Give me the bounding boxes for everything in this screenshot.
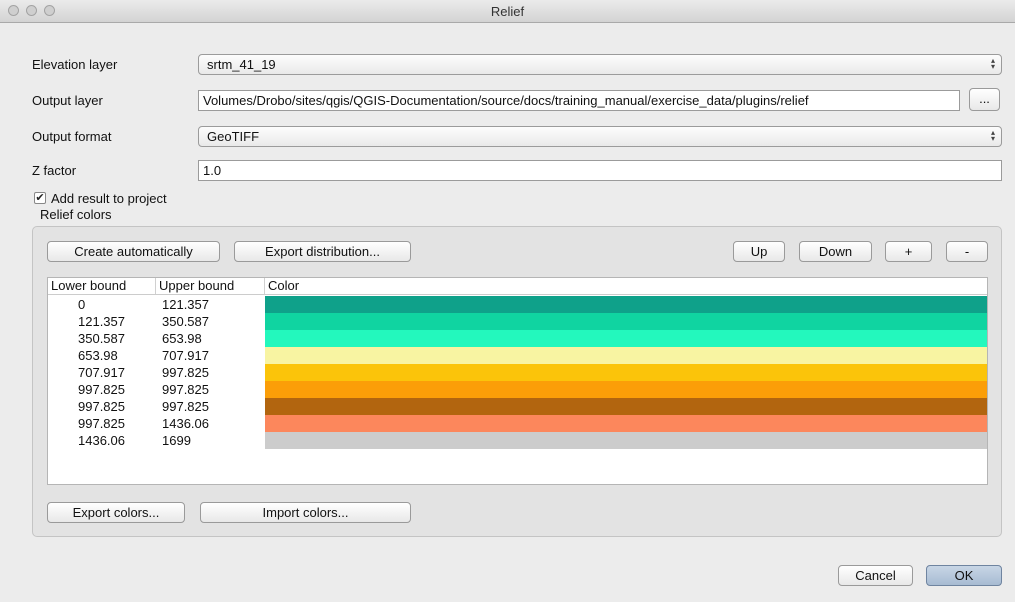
output-format-value: GeoTIFF xyxy=(207,129,260,144)
table-row[interactable]: 997.825 997.825 xyxy=(48,398,987,415)
color-swatch[interactable] xyxy=(265,398,987,415)
color-swatch[interactable] xyxy=(265,313,987,330)
color-swatch[interactable] xyxy=(265,432,987,449)
lower-bound-cell[interactable]: 0 xyxy=(78,296,85,313)
table-row[interactable]: 707.917 997.825 xyxy=(48,364,987,381)
table-row[interactable]: 350.587 653.98 xyxy=(48,330,987,347)
lower-bound-cell[interactable]: 997.825 xyxy=(78,398,125,415)
relief-colors-label: Relief colors xyxy=(40,207,112,222)
upper-bound-cell[interactable]: 121.357 xyxy=(162,296,209,313)
table-row[interactable]: 653.98 707.917 xyxy=(48,347,987,364)
window-title: Relief xyxy=(490,4,525,19)
color-swatch[interactable] xyxy=(265,330,987,347)
upper-bound-cell[interactable]: 997.825 xyxy=(162,381,209,398)
elevation-layer-label: Elevation layer xyxy=(32,57,118,72)
z-factor-label: Z factor xyxy=(32,163,77,178)
color-swatch[interactable] xyxy=(265,296,987,313)
lower-bound-cell[interactable]: 997.825 xyxy=(78,415,125,432)
output-layer-input[interactable]: Volumes/Drobo/sites/qgis/QGIS-Documentat… xyxy=(198,90,960,111)
table-row[interactable]: 121.357 350.587 xyxy=(48,313,987,330)
add-row-button[interactable]: + xyxy=(885,241,932,262)
upper-bound-cell[interactable]: 997.825 xyxy=(162,398,209,415)
z-factor-input[interactable]: 1.0 xyxy=(198,160,1002,181)
relief-colors-table[interactable]: Lower bound Upper bound Color 0 121.357 12… xyxy=(47,277,988,485)
export-distribution-button[interactable]: Export distribution... xyxy=(234,241,411,262)
output-format-label: Output format xyxy=(32,129,112,144)
color-swatch[interactable] xyxy=(265,364,987,381)
lower-bound-cell[interactable]: 997.825 xyxy=(78,381,125,398)
updown-arrows-icon: ▴ ▾ xyxy=(990,56,995,71)
column-header-color[interactable]: Color xyxy=(265,278,987,294)
add-result-label: Add result to project xyxy=(51,191,167,206)
import-colors-button[interactable]: Import colors... xyxy=(200,502,411,523)
output-layer-label: Output layer xyxy=(32,93,103,108)
lower-bound-cell[interactable]: 707.917 xyxy=(78,364,125,381)
lower-bound-cell[interactable]: 121.357 xyxy=(78,313,125,330)
lower-bound-cell[interactable]: 350.587 xyxy=(78,330,125,347)
remove-row-button[interactable]: - xyxy=(946,241,988,262)
browse-button[interactable]: ... xyxy=(969,88,1000,111)
table-header: Lower bound Upper bound Color xyxy=(48,278,987,295)
table-row[interactable]: 1436.06 1699 xyxy=(48,432,987,449)
cancel-button[interactable]: Cancel xyxy=(838,565,913,586)
elevation-layer-value: srtm_41_19 xyxy=(207,57,276,72)
create-automatically-button[interactable]: Create automatically xyxy=(47,241,220,262)
elevation-layer-select[interactable]: srtm_41_19 ▴ ▾ xyxy=(198,54,1002,75)
column-header-lower-bound[interactable]: Lower bound xyxy=(48,278,156,294)
upper-bound-cell[interactable]: 350.587 xyxy=(162,313,209,330)
down-button[interactable]: Down xyxy=(799,241,872,262)
output-format-select[interactable]: GeoTIFF ▴ ▾ xyxy=(198,126,1002,147)
up-button[interactable]: Up xyxy=(733,241,785,262)
upper-bound-cell[interactable]: 707.917 xyxy=(162,347,209,364)
upper-bound-cell[interactable]: 997.825 xyxy=(162,364,209,381)
export-colors-button[interactable]: Export colors... xyxy=(47,502,185,523)
color-swatch[interactable] xyxy=(265,381,987,398)
table-row[interactable]: 0 121.357 xyxy=(48,296,987,313)
table-row[interactable]: 997.825 997.825 xyxy=(48,381,987,398)
color-swatch[interactable] xyxy=(265,347,987,364)
add-result-checkbox[interactable]: ✔ xyxy=(34,192,46,204)
color-swatch[interactable] xyxy=(265,415,987,432)
title-bar: Relief xyxy=(0,0,1015,23)
lower-bound-cell[interactable]: 1436.06 xyxy=(78,432,125,449)
table-row[interactable]: 997.825 1436.06 xyxy=(48,415,987,432)
upper-bound-cell[interactable]: 1699 xyxy=(162,432,191,449)
upper-bound-cell[interactable]: 1436.06 xyxy=(162,415,209,432)
ok-button[interactable]: OK xyxy=(926,565,1002,586)
lower-bound-cell[interactable]: 653.98 xyxy=(78,347,118,364)
updown-arrows-icon: ▴ ▾ xyxy=(990,128,995,143)
upper-bound-cell[interactable]: 653.98 xyxy=(162,330,202,347)
column-header-upper-bound[interactable]: Upper bound xyxy=(156,278,265,294)
